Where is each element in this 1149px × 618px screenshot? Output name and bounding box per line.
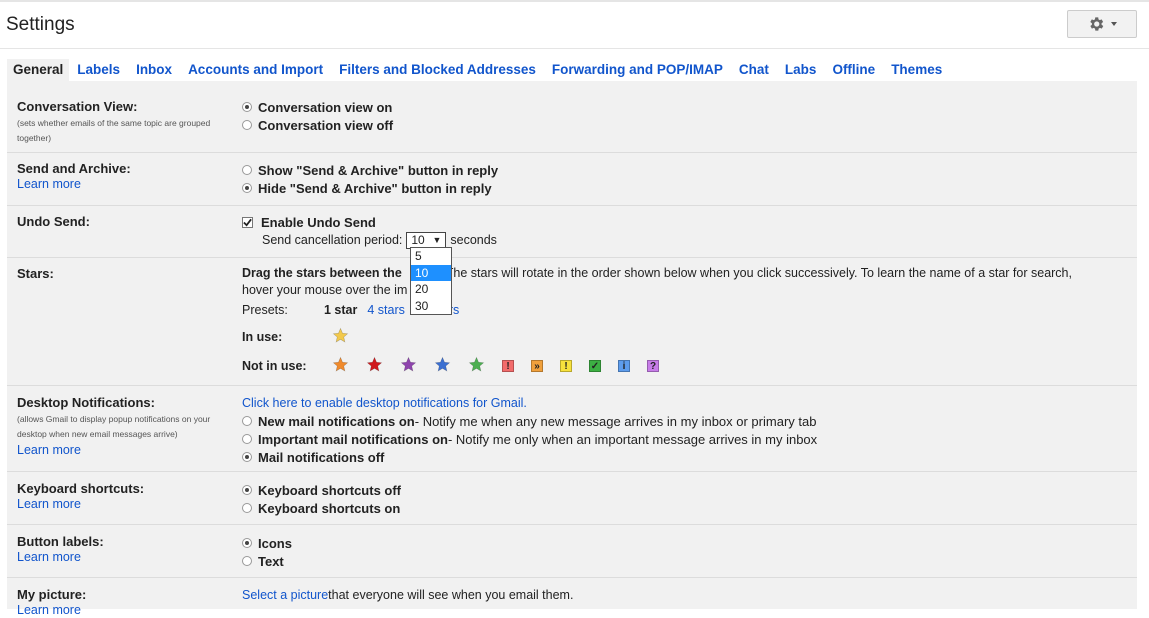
stars-in-use-row: In use: bbox=[242, 327, 349, 347]
dropdown-option[interactable]: 20 bbox=[411, 281, 451, 298]
setting-button-labels: Button labels: Learn more Icons Text bbox=[7, 525, 1137, 578]
top-border bbox=[0, 0, 1149, 2]
radio-mail-notifications-off[interactable]: Mail notifications off bbox=[242, 448, 1122, 466]
tab-labs[interactable]: Labs bbox=[777, 59, 825, 81]
tab-general[interactable]: General bbox=[7, 59, 70, 81]
radio-empty-icon bbox=[242, 416, 252, 426]
radio-keyboard-shortcuts-off[interactable]: Keyboard shortcuts off bbox=[242, 481, 1122, 499]
radio-selected-icon bbox=[242, 452, 252, 462]
setting-undo-send: Undo Send: Enable Undo Send Send cancell… bbox=[7, 206, 1137, 258]
setting-label: Keyboard shortcuts: bbox=[17, 481, 145, 496]
tab-themes[interactable]: Themes bbox=[883, 59, 950, 81]
setting-label: Undo Send: bbox=[17, 214, 90, 229]
radio-selected-icon bbox=[242, 183, 252, 193]
dropdown-arrow-icon: ▼ bbox=[432, 235, 442, 245]
dropdown-option[interactable]: 5 bbox=[411, 248, 451, 265]
radio-selected-icon bbox=[242, 485, 252, 495]
radio-selected-icon bbox=[242, 538, 252, 548]
select-picture-link[interactable]: Select a picture bbox=[242, 588, 328, 602]
page-title: Settings bbox=[6, 14, 75, 35]
stars-description: Drag the stars between the The stars will… bbox=[242, 266, 1072, 297]
learn-more-link[interactable]: Learn more bbox=[17, 550, 227, 564]
setting-note: (allows Gmail to display popup notificat… bbox=[17, 414, 211, 439]
radio-empty-icon bbox=[242, 434, 252, 444]
red-bang-icon[interactable]: ! bbox=[502, 360, 514, 372]
header-divider bbox=[0, 48, 1149, 49]
preset-1-star[interactable]: 1 star bbox=[324, 303, 357, 317]
purple-star-icon[interactable] bbox=[400, 356, 417, 376]
learn-more-link[interactable]: Learn more bbox=[17, 603, 227, 617]
radio-show-send-archive[interactable]: Show "Send & Archive" button in reply bbox=[242, 161, 1122, 179]
setting-label: Stars: bbox=[17, 266, 54, 281]
learn-more-link[interactable]: Learn more bbox=[17, 497, 227, 511]
enable-desktop-notifications-link[interactable]: Click here to enable desktop notificatio… bbox=[242, 394, 1122, 412]
checkbox-icon bbox=[242, 216, 253, 228]
green-star-icon[interactable] bbox=[468, 356, 485, 376]
red-star-icon[interactable] bbox=[366, 356, 383, 376]
radio-empty-icon bbox=[242, 503, 252, 513]
purple-question-icon[interactable]: ? bbox=[647, 360, 659, 372]
radio-conversation-view-on[interactable]: Conversation view on bbox=[242, 98, 1122, 116]
setting-label: Desktop Notifications: bbox=[17, 395, 155, 410]
radio-hide-send-archive[interactable]: Hide "Send & Archive" button in reply bbox=[242, 179, 1122, 197]
setting-stars: Stars: Drag the stars between the The sta… bbox=[7, 258, 1137, 386]
tab-labels[interactable]: Labels bbox=[69, 59, 128, 81]
cancellation-period-select[interactable]: 10 ▼ bbox=[406, 231, 447, 249]
setting-send-and-archive: Send and Archive: Learn more Show "Send … bbox=[7, 153, 1137, 206]
orange-guillemet-icon[interactable]: » bbox=[531, 360, 543, 372]
radio-important-mail-notifications[interactable]: Important mail notifications on - Notify… bbox=[242, 430, 1122, 448]
stars-not-in-use-row: Not in use: !»! ✓ i? bbox=[242, 356, 659, 376]
radio-empty-icon bbox=[242, 165, 252, 175]
setting-note: (sets whether emails of the same topic a… bbox=[17, 118, 211, 143]
gear-icon bbox=[1090, 17, 1104, 31]
radio-empty-icon bbox=[242, 556, 252, 566]
tab-offline[interactable]: Offline bbox=[824, 59, 883, 81]
yellow-star-icon[interactable] bbox=[332, 327, 349, 347]
yellow-bang-icon[interactable]: ! bbox=[560, 360, 572, 372]
preset-4-stars[interactable]: 4 stars bbox=[367, 303, 405, 317]
checkmark-icon bbox=[243, 218, 252, 227]
learn-more-link[interactable]: Learn more bbox=[17, 443, 227, 457]
radio-keyboard-shortcuts-on[interactable]: Keyboard shortcuts on bbox=[242, 499, 1122, 517]
checkbox-enable-undo-send[interactable]: Enable Undo Send bbox=[242, 213, 1122, 231]
chevron-down-icon bbox=[1111, 22, 1117, 26]
setting-desktop-notifications: Desktop Notifications: (allows Gmail to … bbox=[7, 386, 1137, 472]
tab-filters[interactable]: Filters and Blocked Addresses bbox=[331, 59, 544, 81]
orange-star-icon[interactable] bbox=[332, 356, 349, 376]
radio-conversation-view-off[interactable]: Conversation view off bbox=[242, 116, 1122, 134]
radio-new-mail-notifications[interactable]: New mail notifications on - Notify me wh… bbox=[242, 412, 1122, 430]
dropdown-option-selected[interactable]: 10 bbox=[411, 264, 451, 281]
blue-info-icon[interactable]: i bbox=[618, 360, 630, 372]
radio-empty-icon bbox=[242, 120, 252, 130]
cancellation-period-dropdown: 5 10 20 30 bbox=[410, 247, 452, 315]
green-check-icon[interactable]: ✓ bbox=[589, 360, 601, 372]
radio-selected-icon bbox=[242, 102, 252, 112]
learn-more-link[interactable]: Learn more bbox=[17, 177, 227, 191]
settings-gear-button[interactable] bbox=[1067, 10, 1137, 38]
setting-my-picture: My picture: Learn more Select a picture … bbox=[17, 587, 574, 617]
cancellation-period-row: Send cancellation period: 10 ▼ seconds bbox=[262, 231, 497, 249]
setting-label: Button labels: bbox=[17, 534, 104, 549]
setting-label: Send and Archive: bbox=[17, 161, 131, 176]
tab-forwarding[interactable]: Forwarding and POP/IMAP bbox=[544, 59, 731, 81]
blue-star-icon[interactable] bbox=[434, 356, 451, 376]
tab-accounts-and-import[interactable]: Accounts and Import bbox=[180, 59, 331, 81]
dropdown-option[interactable]: 30 bbox=[411, 298, 451, 315]
settings-panel: Conversation View: (sets whether emails … bbox=[7, 81, 1137, 617]
settings-tabs: General Labels Inbox Accounts and Import… bbox=[7, 59, 950, 81]
setting-keyboard-shortcuts: Keyboard shortcuts: Learn more Keyboard … bbox=[7, 472, 1137, 525]
setting-label: My picture: bbox=[17, 587, 87, 602]
tab-inbox[interactable]: Inbox bbox=[128, 59, 180, 81]
in-use-icons bbox=[332, 327, 349, 347]
radio-button-labels-text[interactable]: Text bbox=[242, 552, 1122, 570]
radio-button-labels-icons[interactable]: Icons bbox=[242, 534, 1122, 552]
setting-conversation-view: Conversation View: (sets whether emails … bbox=[7, 81, 1137, 153]
setting-label: Conversation View: bbox=[17, 99, 138, 114]
not-in-use-icons: ! »! ✓ i? bbox=[332, 356, 659, 376]
tab-chat[interactable]: Chat bbox=[731, 59, 777, 81]
